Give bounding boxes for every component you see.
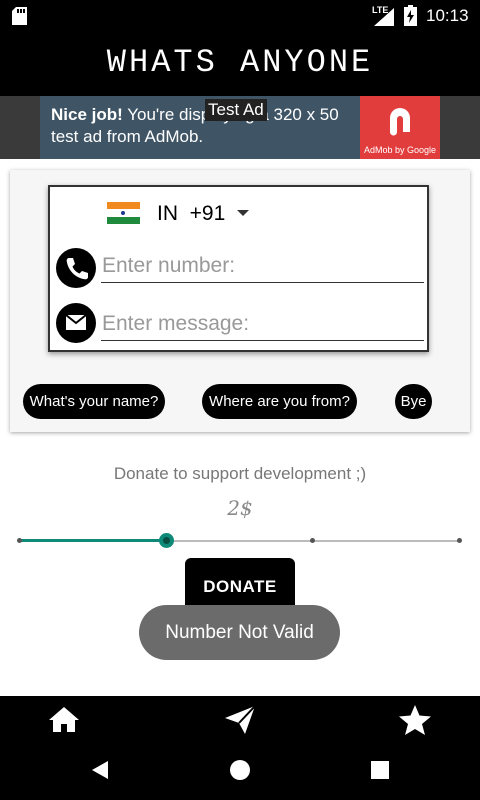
admob-caption: AdMob by Google bbox=[363, 145, 437, 155]
quick-reply-name-button[interactable]: What's your name? bbox=[23, 384, 165, 419]
star-icon[interactable] bbox=[398, 704, 432, 736]
home-icon[interactable] bbox=[48, 705, 80, 733]
message-input[interactable] bbox=[101, 312, 424, 341]
bottom-navigation bbox=[0, 696, 480, 744]
dropdown-arrow-icon[interactable] bbox=[237, 210, 249, 216]
clock: 10:13 bbox=[426, 6, 469, 25]
slider-tick bbox=[457, 538, 462, 543]
ad-text: Nice job! You're displaying a 320 x 50 t… bbox=[51, 104, 351, 148]
admob-logo[interactable]: AdMob by Google bbox=[360, 96, 440, 159]
system-navigation-bar bbox=[0, 744, 480, 800]
signal-icon bbox=[374, 8, 394, 26]
donate-slider-fill bbox=[20, 539, 167, 542]
toast-message: Number Not Valid bbox=[139, 605, 340, 660]
page-title: WHATS ANYONE bbox=[106, 44, 374, 81]
admob-icon bbox=[390, 108, 410, 136]
donate-amount: 2$ bbox=[227, 496, 253, 520]
phone-icon bbox=[56, 248, 96, 288]
ad-headline: Nice job! bbox=[51, 105, 123, 124]
test-ad-label: Test Ad bbox=[205, 99, 267, 121]
country-code: IN bbox=[157, 202, 178, 225]
back-icon[interactable] bbox=[90, 759, 110, 781]
slider-tick bbox=[17, 538, 22, 543]
status-bar: LTE 10:13 bbox=[0, 0, 480, 32]
battery-icon bbox=[404, 5, 417, 26]
recents-square-icon[interactable] bbox=[370, 760, 390, 780]
quick-reply-from-button[interactable]: Where are you from? bbox=[202, 384, 357, 419]
number-input[interactable] bbox=[101, 254, 424, 283]
india-flag-icon[interactable] bbox=[107, 202, 140, 224]
envelope-icon bbox=[56, 303, 96, 343]
donate-prompt: Donate to support development ;) bbox=[113, 464, 367, 483]
dial-code: +91 bbox=[189, 202, 226, 225]
donate-slider-thumb[interactable] bbox=[159, 533, 174, 548]
send-icon[interactable] bbox=[223, 704, 257, 736]
home-circle-icon[interactable] bbox=[229, 759, 251, 781]
sd-card-icon bbox=[12, 7, 27, 25]
quick-reply-bye-button[interactable]: Bye bbox=[395, 384, 432, 419]
country-code-picker[interactable]: IN +91 bbox=[157, 202, 225, 226]
slider-tick bbox=[310, 538, 315, 543]
